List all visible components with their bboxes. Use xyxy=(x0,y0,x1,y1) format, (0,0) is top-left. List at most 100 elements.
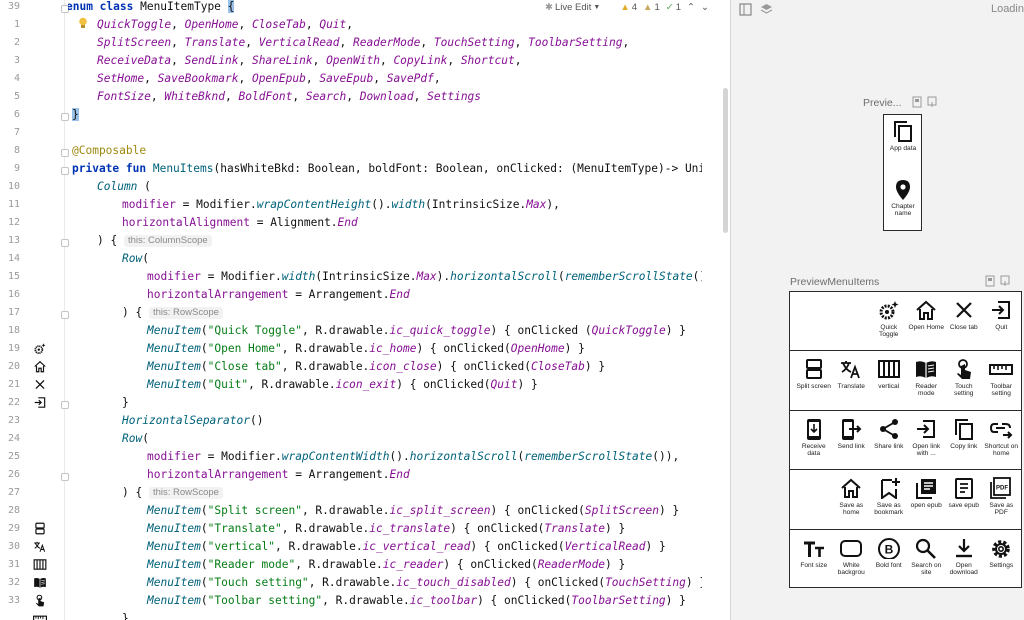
menu-item[interactable]: Toolbar setting xyxy=(983,358,1021,397)
preview1-item[interactable]: Chapter name xyxy=(885,178,921,217)
code-line[interactable]: MenuItem("Touch setting", R.drawable.ic_… xyxy=(147,574,702,592)
menu-item[interactable]: B Bold font xyxy=(870,537,908,569)
copy-icon xyxy=(954,418,973,440)
menu-item[interactable]: Copy link xyxy=(945,418,983,450)
code-line[interactable]: SetHome, SaveBookmark, OpenEpub, SaveEpu… xyxy=(97,70,441,88)
send-link-icon xyxy=(842,418,862,440)
bold-circle-icon: B xyxy=(877,537,900,559)
preview1-card: App data Chapter name xyxy=(883,114,922,231)
code-line[interactable]: MenuItem("Reader mode", R.drawable.ic_re… xyxy=(147,556,625,574)
menu-item[interactable]: Save as bookmark xyxy=(870,477,908,516)
code-line[interactable]: horizontalArrangement = Arrangement.End xyxy=(147,286,410,304)
menu-item[interactable]: Split screen xyxy=(795,358,833,390)
line-number: 5 xyxy=(13,91,20,102)
menu-item[interactable]: Font size xyxy=(795,537,833,569)
gutter-gear-sparkle-icon[interactable] xyxy=(33,342,47,356)
menu-item[interactable]: Open download xyxy=(945,537,983,576)
checks-count[interactable]: ✓ 1 xyxy=(666,2,681,13)
menu-item[interactable]: Touch setting xyxy=(945,358,983,397)
layers-icon[interactable] xyxy=(760,3,773,16)
menu-item[interactable]: Receive data xyxy=(795,418,833,457)
code-line[interactable]: MenuItem("Split screen", R.drawable.ic_s… xyxy=(147,502,679,520)
menu-item[interactable]: Share link xyxy=(870,418,908,450)
menu-item[interactable]: open epub xyxy=(908,477,946,509)
gutter-vertical-read-icon[interactable] xyxy=(33,558,47,572)
code-line[interactable]: MenuItem("Quit", R.drawable.icon_exit) {… xyxy=(147,376,538,394)
weak-warnings-count[interactable]: ▲ 1 xyxy=(643,2,660,13)
code-line[interactable]: QuickToggle, OpenHome, CloseTab, Quit, xyxy=(97,16,353,34)
code-line[interactable]: MenuItem("Quick Toggle", R.drawable.ic_q… xyxy=(147,322,686,340)
menu-item[interactable]: Quit xyxy=(983,299,1021,331)
layout-icon[interactable] xyxy=(739,3,752,16)
menu-item[interactable]: PDF Save as PDF xyxy=(983,477,1021,516)
line-number: 21 xyxy=(7,379,20,390)
menu-item[interactable]: Save as home xyxy=(833,477,871,516)
warnings-count[interactable]: ▲ 4 xyxy=(620,2,637,13)
code-line[interactable]: FontSize, WhiteBknd, BoldFont, Search, D… xyxy=(97,88,481,106)
menu-item[interactable]: Translate xyxy=(833,358,871,390)
menu-item[interactable]: White backgrou xyxy=(833,537,871,576)
document-icon xyxy=(954,478,973,500)
live-edit-indicator[interactable]: ✱ Live Edit ▼ xyxy=(545,2,600,13)
gutter-exit-icon[interactable] xyxy=(33,396,47,410)
code-line[interactable]: private fun MenuItems(hasWhiteBkd: Boole… xyxy=(72,160,702,178)
menu-item[interactable]: Quick Toggle xyxy=(870,299,908,338)
code-line[interactable]: } xyxy=(122,610,129,620)
code-line[interactable]: horizontalAlignment = Alignment.End xyxy=(122,214,358,232)
code-line[interactable]: HorizontalSeparator() xyxy=(122,412,263,430)
gutter-home-icon[interactable] xyxy=(33,360,47,374)
line-number: 18 xyxy=(7,325,20,336)
menu-item[interactable]: Reader mode xyxy=(908,358,946,397)
close-icon xyxy=(955,302,972,318)
code-line[interactable]: modifier = Modifier.wrapContentHeight().… xyxy=(122,196,560,214)
line-number: 14 xyxy=(7,253,20,264)
code-line[interactable]: horizontalArrangement = Arrangement.End xyxy=(147,466,410,484)
code-line[interactable]: ) { this: RowScope xyxy=(122,484,223,502)
chevron-down-icon[interactable]: ⌄ xyxy=(701,2,709,13)
code-line[interactable]: @Composable xyxy=(72,142,146,160)
menu-item[interactable]: Shortcut on home xyxy=(983,418,1021,457)
chevron-up-icon[interactable]: ⌃ xyxy=(687,2,695,13)
gutter-ruler-icon[interactable] xyxy=(33,612,47,620)
code-editor[interactable]: enum class MenuItemType {QuickToggle, Op… xyxy=(68,0,702,620)
menu-item[interactable]: vertical xyxy=(870,358,908,390)
code-line[interactable]: MenuItem("Open Home", R.drawable.ic_home… xyxy=(147,340,585,358)
menu-item[interactable]: Settings xyxy=(983,537,1021,569)
code-line[interactable]: Row( xyxy=(122,430,149,448)
editor-scroll-thumb[interactable] xyxy=(723,88,728,233)
horizontal-separator xyxy=(790,350,1021,352)
preview1-item[interactable]: App data xyxy=(885,120,921,152)
code-line[interactable]: } xyxy=(72,106,79,124)
menu-item[interactable]: Close tab xyxy=(945,299,983,331)
gutter-split-screen-icon[interactable] xyxy=(33,522,47,536)
code-line[interactable]: modifier = Modifier.wrapContentWidth().h… xyxy=(147,448,679,466)
code-line[interactable]: ReceiveData, SendLink, ShareLink, OpenWi… xyxy=(97,52,521,70)
line-number: 27 xyxy=(7,487,20,498)
intention-bulb-icon[interactable] xyxy=(78,17,88,29)
code-line[interactable]: MenuItem("Translate", R.drawable.ic_tran… xyxy=(147,520,625,538)
split-screen-icon xyxy=(805,359,822,380)
compose-preview-panel: Loadin Previe... App data Chapter name Pr… xyxy=(731,0,1024,620)
gutter-translate-icon[interactable] xyxy=(33,540,47,554)
code-line[interactable]: Row( xyxy=(122,250,149,268)
code-line[interactable]: } xyxy=(122,394,129,412)
code-line[interactable]: MenuItem("Close tab", R.drawable.icon_cl… xyxy=(147,358,605,376)
code-line[interactable]: MenuItem("Toolbar setting", R.drawable.i… xyxy=(147,592,686,610)
menu-item[interactable]: save epub xyxy=(945,477,983,509)
horizontal-separator xyxy=(790,469,1021,471)
gutter-close-icon[interactable] xyxy=(33,378,47,392)
code-line[interactable]: MenuItem("vertical", R.drawable.ic_verti… xyxy=(147,538,666,556)
code-line[interactable]: Column ( xyxy=(97,178,151,196)
code-line[interactable]: ) { this: RowScope xyxy=(122,304,223,322)
gutter-book-icon[interactable] xyxy=(33,576,47,590)
menu-item[interactable]: Search on site xyxy=(908,537,946,576)
svg-text:PDF: PDF xyxy=(996,486,1008,492)
code-line[interactable]: SplitScreen, Translate, VerticalRead, Re… xyxy=(97,34,629,52)
code-line[interactable]: enum class MenuItemType { xyxy=(68,0,235,16)
menu-item[interactable]: Send link xyxy=(833,418,871,450)
gutter-touch-icon[interactable] xyxy=(33,594,47,608)
code-line[interactable]: modifier = Modifier.width(IntrinsicSize.… xyxy=(147,268,702,286)
menu-item[interactable]: Open link with ... xyxy=(908,418,946,457)
code-line[interactable]: ) { this: ColumnScope xyxy=(97,232,212,250)
menu-item[interactable]: Open Home xyxy=(908,299,946,331)
